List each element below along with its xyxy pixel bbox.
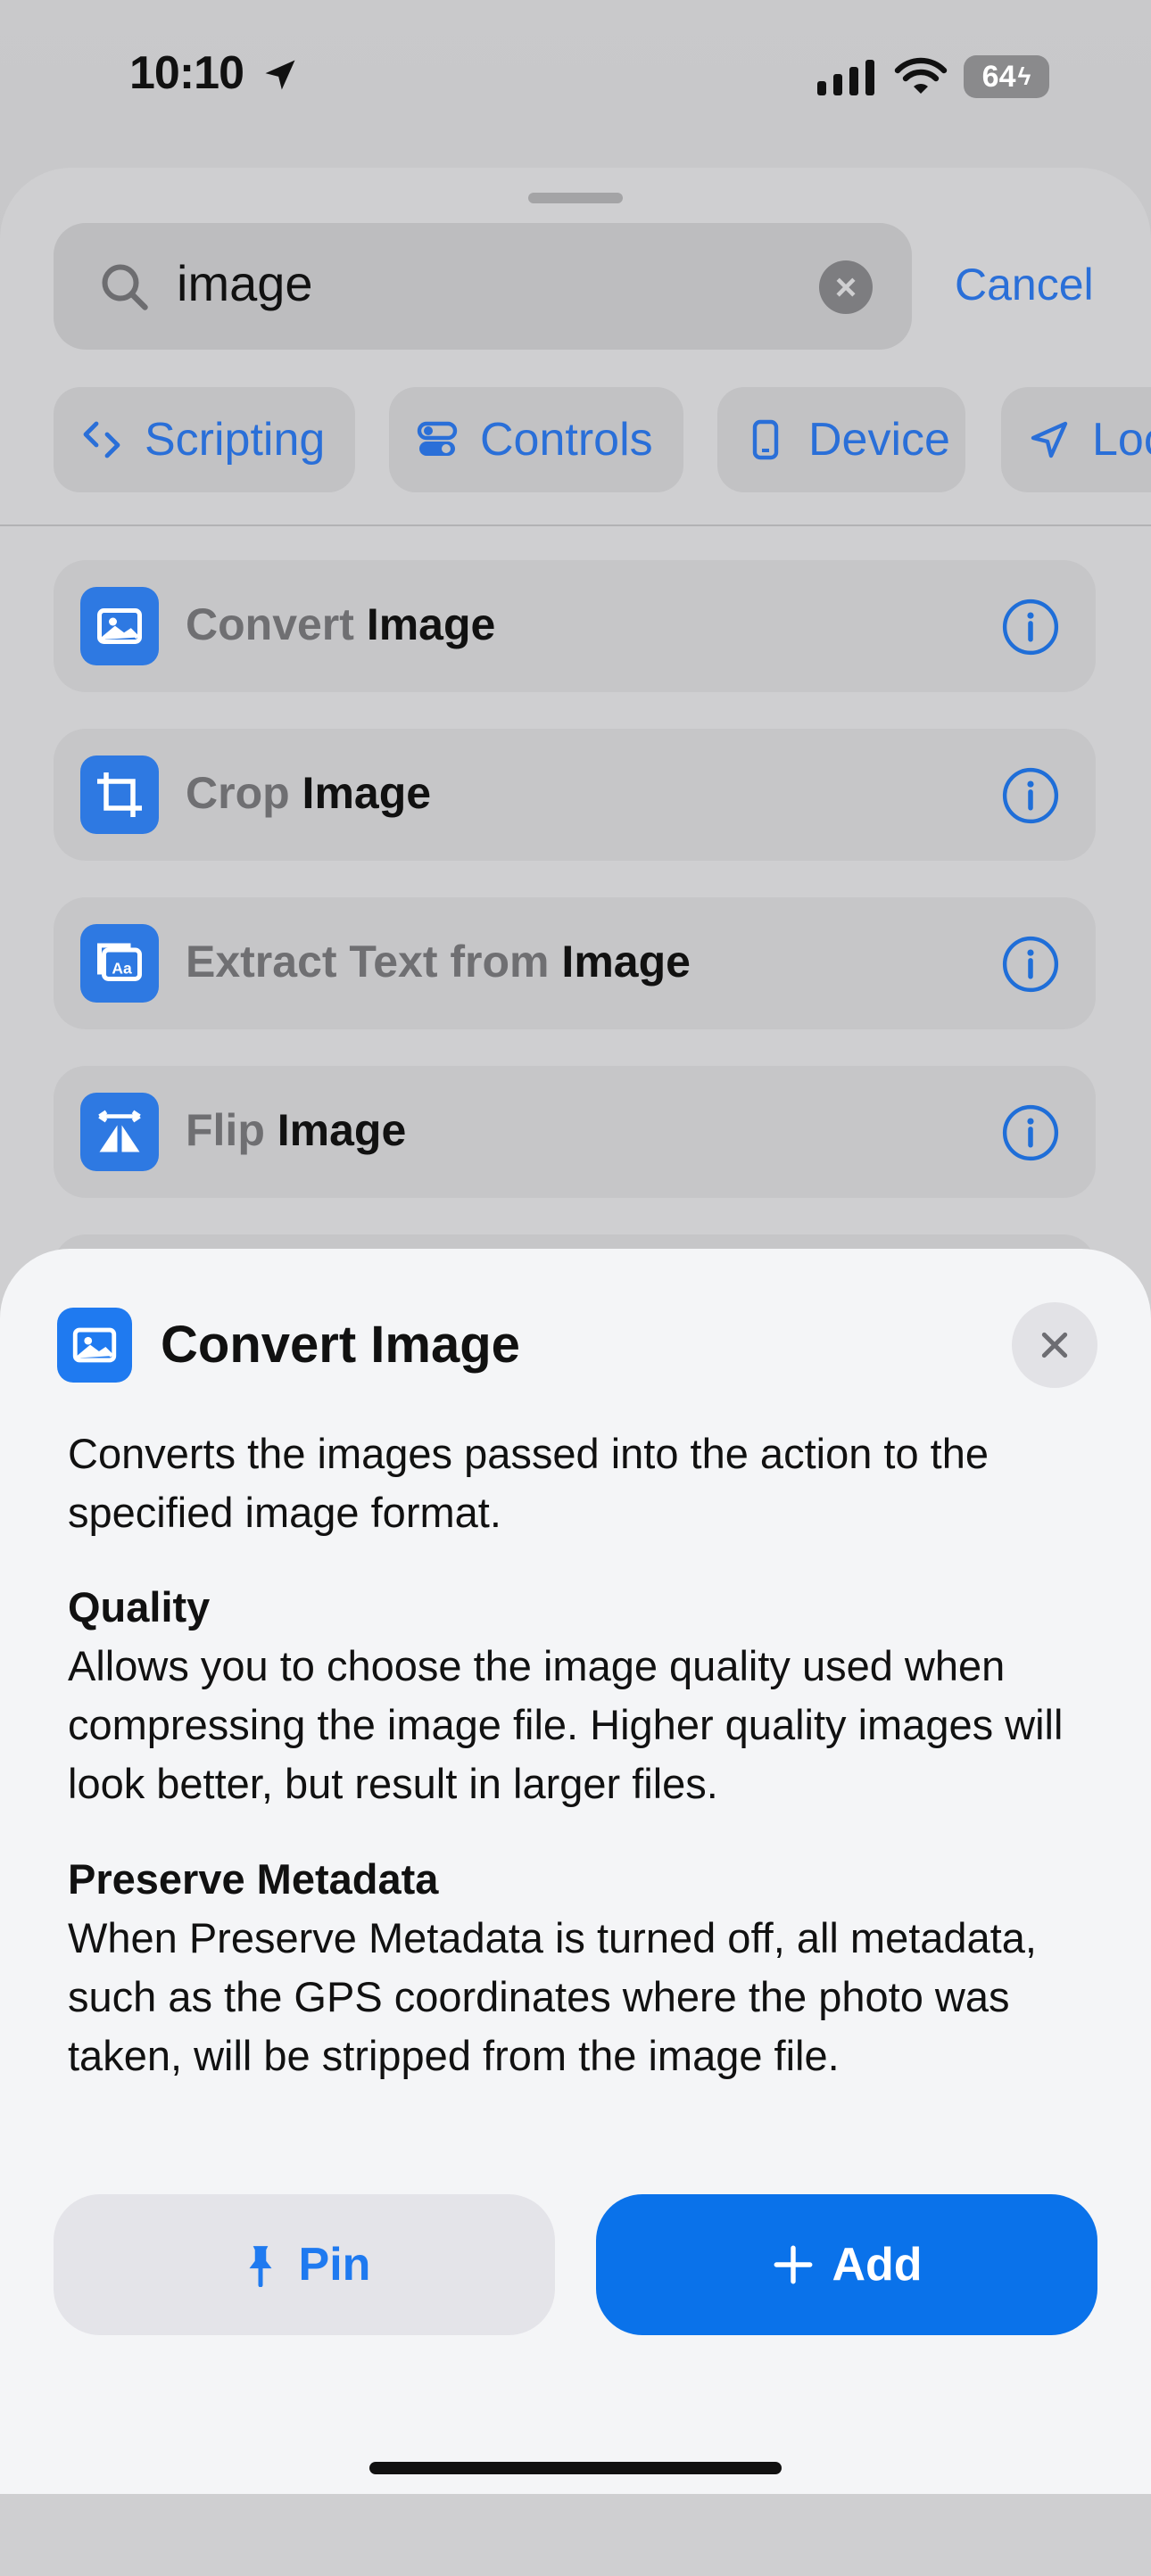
search-icon [102, 264, 148, 310]
metadata-text: When Preserve Metadata is turned off, al… [68, 1914, 1037, 2079]
add-label: Add [832, 2239, 923, 2291]
chip-controls[interactable]: Controls [389, 387, 683, 492]
svg-text:Aa: Aa [112, 959, 132, 977]
close-button[interactable] [1012, 1302, 1097, 1388]
quality-text: Allows you to choose the image quality u… [68, 1642, 1064, 1807]
quality-heading: Quality [68, 1583, 211, 1631]
info-icon[interactable] [1001, 598, 1060, 656]
info-icon[interactable] [1001, 1103, 1060, 1162]
flip-icon [80, 1093, 159, 1171]
clear-icon: × [834, 266, 857, 308]
info-icon[interactable] [1001, 766, 1060, 825]
sheet-grabber[interactable] [528, 193, 623, 203]
plus-icon [774, 2245, 813, 2284]
close-icon [1041, 1332, 1068, 1358]
crop-icon [80, 755, 159, 834]
result-label: Extract Text from Image [186, 937, 691, 987]
cellular-signal-icon [817, 60, 874, 95]
metadata-heading: Preserve Metadata [68, 1855, 439, 1903]
detail-description: Converts the images passed into the acti… [68, 1430, 990, 1536]
chip-label: Scripting [145, 414, 326, 466]
photo-icon [80, 587, 159, 665]
add-button[interactable]: Add [596, 2194, 1097, 2335]
result-label: Flip Image [186, 1105, 407, 1155]
controls-icon [417, 421, 458, 456]
location-icon [1031, 421, 1068, 458]
battery-level: 64 [981, 59, 1016, 94]
wifi-icon [894, 57, 948, 94]
device-icon [752, 419, 779, 460]
result-label: Crop Image [186, 768, 432, 818]
chip-scripting[interactable]: Scripting [54, 387, 355, 492]
result-label: Convert Image [186, 599, 496, 649]
cancel-button[interactable]: Cancel [955, 259, 1094, 310]
text-recognition-icon: Aa [80, 924, 159, 1003]
location-arrow-icon [265, 60, 295, 90]
clear-search-button[interactable]: × [819, 260, 873, 314]
chip-device[interactable]: Device [717, 387, 965, 492]
divider [0, 524, 1151, 526]
pin-label: Pin [298, 2239, 371, 2291]
result-row-flip-image[interactable]: Flip Image [54, 1066, 1096, 1198]
status-time: 10:10 [129, 47, 244, 99]
chip-label: Device [808, 414, 950, 466]
pin-icon [249, 2246, 272, 2287]
chip-location[interactable]: Loc [1001, 387, 1151, 492]
detail-title: Convert Image [161, 1316, 520, 1374]
photo-icon [57, 1308, 132, 1383]
search-input[interactable]: image [177, 254, 313, 312]
info-icon[interactable] [1001, 935, 1060, 994]
chip-label: Controls [480, 414, 653, 466]
home-indicator [369, 2462, 782, 2474]
result-row-extract-text[interactable]: Aa Extract Text from Image [54, 897, 1096, 1029]
status-bar: 10:10 64 ϟ [0, 0, 1151, 152]
result-row-crop-image[interactable]: Crop Image [54, 729, 1096, 861]
pin-button[interactable]: Pin [54, 2194, 555, 2335]
chip-label: Loc [1092, 414, 1151, 466]
charging-bolt-icon: ϟ [1017, 62, 1031, 90]
result-row-convert-image[interactable]: Convert Image [54, 560, 1096, 692]
battery-indicator: 64 ϟ [964, 55, 1049, 98]
screen: 10:10 64 ϟ image × Cancel Scripting Cont… [0, 0, 1151, 2576]
scripting-icon [83, 421, 120, 458]
